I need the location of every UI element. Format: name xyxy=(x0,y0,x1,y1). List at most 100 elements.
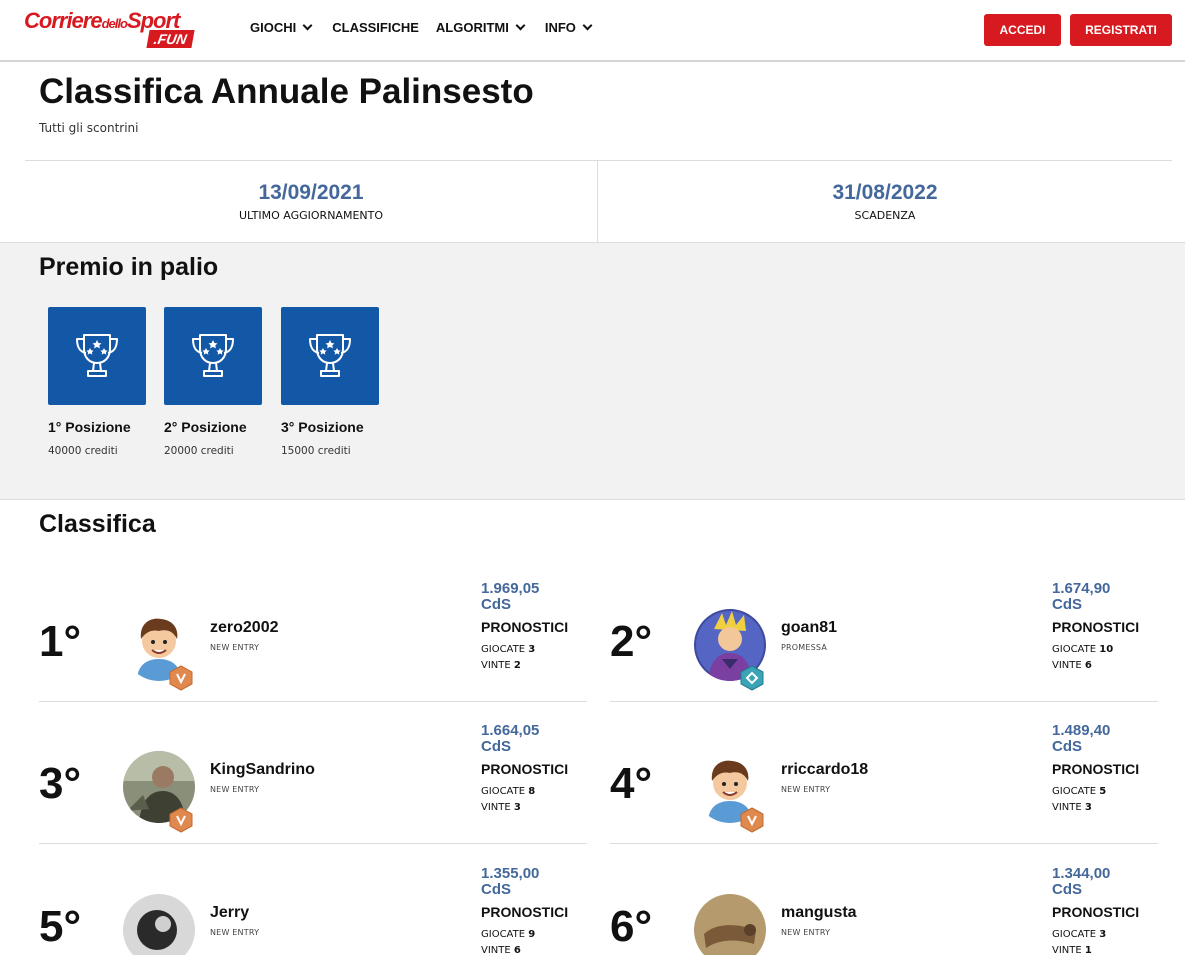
ranking-entry-3[interactable]: 3° KingSandrino NEW ENTRY 1.664,05 CdS PR… xyxy=(39,701,587,844)
ranking-position: 2° xyxy=(610,617,653,666)
score: 1.355,00 CdS xyxy=(481,866,539,898)
prize-position: 1° Posizione xyxy=(48,419,131,435)
user-level: NEW ENTRY xyxy=(781,785,831,794)
won-value: 2 xyxy=(513,660,521,671)
nav-label: ALGORITMI xyxy=(435,20,509,35)
level-badge-icon xyxy=(169,807,193,833)
won-value: 3 xyxy=(1084,802,1092,813)
ranking-section-title: Classifica xyxy=(39,510,156,538)
ranking-entry-1[interactable]: 1° zero2002 NEW ENTRY 1.969,05 CdS PRONOS… xyxy=(39,559,587,702)
score-value: 1.355,00 xyxy=(481,865,540,882)
score-currency: CdS xyxy=(481,881,511,898)
user-level: NEW ENTRY xyxy=(781,928,831,937)
played-stat: GIOCATE 8 xyxy=(481,786,535,797)
played-stat: GIOCATE 5 xyxy=(1052,786,1106,797)
logo-text-small: dello xyxy=(101,16,128,31)
played-label: GIOCATE xyxy=(481,929,526,940)
nav-info[interactable]: INFO xyxy=(545,20,595,35)
won-value: 1 xyxy=(1084,945,1092,955)
prize-box xyxy=(164,307,262,405)
won-label: VINTE xyxy=(1052,802,1082,813)
nav-giochi[interactable]: GIOCHI xyxy=(250,20,315,35)
won-stat: VINTE 1 xyxy=(1052,945,1092,955)
played-label: GIOCATE xyxy=(481,786,526,797)
chevron-down-icon xyxy=(515,20,526,31)
user-level: NEW ENTRY xyxy=(210,928,260,937)
prize-section: Premio in palio 1° Posizione 40000 credi… xyxy=(0,242,1185,500)
won-label: VINTE xyxy=(1052,945,1082,955)
prize-card-3: 3° Posizione 15000 crediti xyxy=(281,307,381,457)
score-currency: CdS xyxy=(1052,881,1082,898)
photo-avatar-icon xyxy=(123,894,195,955)
prize-credits: 20000 crediti xyxy=(164,445,234,457)
expiry-date: 31/08/2022 xyxy=(832,181,938,204)
main-nav: GIOCHI CLASSIFICHE ALGORITMI INFO xyxy=(250,20,595,35)
won-stat: VINTE 3 xyxy=(481,802,521,813)
top-navbar: CorrieredelloSport .FUN GIOCHI CLASSIFIC… xyxy=(0,0,1185,62)
pronostici-label: PRONOSTICI xyxy=(1052,761,1140,777)
score: 1.664,05 CdS xyxy=(481,723,539,755)
site-logo[interactable]: CorrieredelloSport .FUN xyxy=(24,8,200,52)
avatar xyxy=(694,894,766,955)
played-value: 5 xyxy=(1099,786,1107,797)
pronostici-label: PRONOSTICI xyxy=(1052,619,1140,635)
won-stat: VINTE 6 xyxy=(1052,660,1092,671)
played-value: 8 xyxy=(528,786,536,797)
prize-box xyxy=(48,307,146,405)
won-value: 3 xyxy=(513,802,521,813)
played-value: 3 xyxy=(528,644,536,655)
last-update-date: 13/09/2021 xyxy=(258,181,364,204)
logo-text-main: Corriere xyxy=(24,8,103,33)
prize-card-1: 1° Posizione 40000 crediti xyxy=(48,307,148,457)
username[interactable]: zero2002 xyxy=(210,619,279,637)
trophy-icon xyxy=(192,334,234,377)
prize-credits: 15000 crediti xyxy=(281,445,351,457)
nav-label: INFO xyxy=(544,20,576,35)
score-value: 1.344,00 xyxy=(1052,865,1111,882)
nav-algoritmi[interactable]: ALGORITMI xyxy=(436,20,528,35)
level-badge-icon xyxy=(169,665,193,691)
username[interactable]: Jerry xyxy=(210,904,249,922)
score-currency: CdS xyxy=(1052,738,1082,755)
prize-credits: 40000 crediti xyxy=(48,445,118,457)
username[interactable]: mangusta xyxy=(781,904,857,922)
user-level: NEW ENTRY xyxy=(210,643,260,652)
ranking-entry-2[interactable]: 2° goan81 PROMESSA 1.674,90 CdS PRONOSTIC… xyxy=(610,559,1158,702)
won-stat: VINTE 6 xyxy=(481,945,521,955)
score-value: 1.664,05 xyxy=(481,722,540,739)
prize-box xyxy=(281,307,379,405)
pronostici-label: PRONOSTICI xyxy=(481,761,569,777)
ranking-entry-5[interactable]: 5° Jerry NEW ENTRY 1.355,00 CdS PRONOSTIC… xyxy=(39,844,587,955)
played-label: GIOCATE xyxy=(1052,644,1097,655)
login-button[interactable]: ACCEDI xyxy=(984,14,1061,46)
played-label: GIOCATE xyxy=(1052,929,1097,940)
pronostici-label: PRONOSTICI xyxy=(1052,904,1140,920)
played-value: 3 xyxy=(1099,929,1107,940)
page-subtitle: Tutti gli scontrini xyxy=(39,121,139,135)
won-value: 6 xyxy=(1084,660,1092,671)
register-button[interactable]: REGISTRATI xyxy=(1070,14,1172,46)
trophy-icon xyxy=(309,334,351,377)
played-stat: GIOCATE 3 xyxy=(1052,929,1106,940)
nav-classifiche[interactable]: CLASSIFICHE xyxy=(332,20,419,35)
score-value: 1.489,40 xyxy=(1052,722,1111,739)
pronostici-label: PRONOSTICI xyxy=(481,904,569,920)
ranking-position: 4° xyxy=(610,759,653,808)
ranking-entry-4[interactable]: 4° rriccardo18 NEW ENTRY 1.489,40 CdS PRO… xyxy=(610,701,1158,844)
played-value: 9 xyxy=(528,929,536,940)
ranking-entry-6[interactable]: 6° mangusta NEW ENTRY 1.344,00 CdS PRONOS… xyxy=(610,844,1158,955)
trophy-icon xyxy=(76,334,118,377)
last-update-label: ULTIMO AGGIORNAMENTO xyxy=(239,209,383,222)
prize-position: 2° Posizione xyxy=(164,419,247,435)
played-label: GIOCATE xyxy=(1052,786,1097,797)
played-label: GIOCATE xyxy=(481,644,526,655)
level-badge-icon xyxy=(740,665,764,691)
score-value: 1.674,90 xyxy=(1052,580,1111,597)
won-label: VINTE xyxy=(481,945,511,955)
username[interactable]: goan81 xyxy=(781,619,837,637)
prize-section-title: Premio in palio xyxy=(39,253,219,281)
username[interactable]: rriccardo18 xyxy=(781,761,868,779)
played-stat: GIOCATE 3 xyxy=(481,644,535,655)
username[interactable]: KingSandrino xyxy=(210,761,315,779)
played-stat: GIOCATE 9 xyxy=(481,929,535,940)
